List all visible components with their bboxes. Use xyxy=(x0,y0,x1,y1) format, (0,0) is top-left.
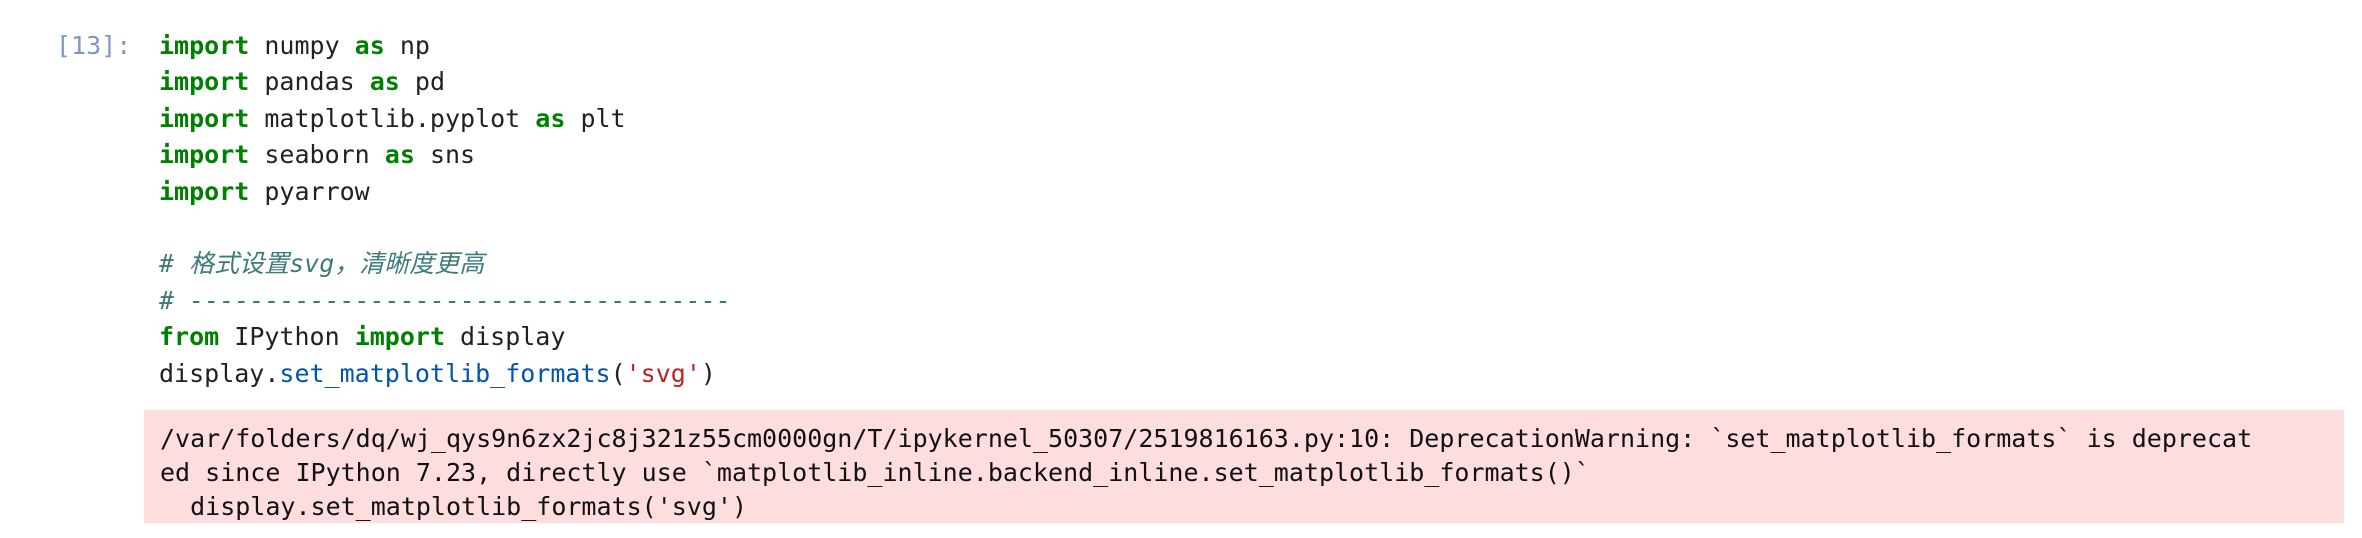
code-text: matplotlib.pyplot xyxy=(249,103,536,133)
code-comment: # ------------------------------------ xyxy=(159,285,731,315)
code-text: pandas xyxy=(249,67,370,97)
code-line-5: import pyarrow xyxy=(159,174,731,210)
code-line-6-blank xyxy=(159,210,731,246)
code-line-9: from IPython import display xyxy=(159,319,731,355)
code-text: plt xyxy=(565,103,626,133)
code-text: seaborn xyxy=(249,140,385,170)
code-line-8: # ------------------------------------ xyxy=(159,283,731,319)
code-text: pd xyxy=(399,67,445,97)
code-line-7: # 格式设置svg，清晰度更高 xyxy=(159,246,731,282)
code-text: IPython xyxy=(219,322,355,352)
code-text: display xyxy=(445,322,566,352)
code-line-1: import numpy as np xyxy=(159,28,731,64)
stderr-text: /var/folders/dq/wj_qys9n6zx2jc8j321z55cm… xyxy=(160,422,2344,523)
code-editor[interactable]: import numpy as np import pandas as pd imp… xyxy=(159,28,731,392)
code-line-10: display.set_matplotlib_formats('svg') xyxy=(159,356,731,392)
code-line-4: import seaborn as sns xyxy=(159,137,731,173)
code-line-3: import matplotlib.pyplot as plt xyxy=(159,101,731,137)
code-text: numpy xyxy=(249,31,355,60)
function-name: set_matplotlib_formats xyxy=(279,358,611,388)
code-text: sns xyxy=(414,140,476,170)
keyword: import xyxy=(159,31,250,60)
keyword: import xyxy=(354,322,445,352)
code-text: pyarrow xyxy=(249,176,370,206)
code-text: ( xyxy=(610,358,626,388)
keyword: as xyxy=(535,103,566,133)
string-literal: 'svg' xyxy=(625,358,701,388)
keyword: as xyxy=(354,31,385,60)
keyword: as xyxy=(369,67,400,97)
code-line-2: import pandas as pd xyxy=(159,64,731,100)
stderr-line: display.set_matplotlib_formats('svg') xyxy=(160,492,747,521)
stderr-output: /var/folders/dq/wj_qys9n6zx2jc8j321z55cm… xyxy=(144,410,2344,523)
code-comment: # 格式设置svg，清晰度更高 xyxy=(159,249,485,279)
keyword: import xyxy=(159,103,250,133)
notebook-code-cell[interactable]: [13]: import numpy as np import pandas as… xyxy=(0,0,2362,538)
code-text: display. xyxy=(159,358,280,388)
keyword: import xyxy=(159,67,250,97)
keyword: as xyxy=(384,140,415,170)
keyword: import xyxy=(159,140,250,170)
stderr-line: ed since IPython 7.23, directly use `mat… xyxy=(160,458,1590,487)
stderr-line: /var/folders/dq/wj_qys9n6zx2jc8j321z55cm… xyxy=(160,424,2253,453)
execution-count-prompt: [13]: xyxy=(56,31,132,60)
keyword: from xyxy=(159,322,220,352)
code-text: np xyxy=(384,31,430,60)
code-text: ) xyxy=(700,358,716,388)
keyword: import xyxy=(159,176,250,206)
